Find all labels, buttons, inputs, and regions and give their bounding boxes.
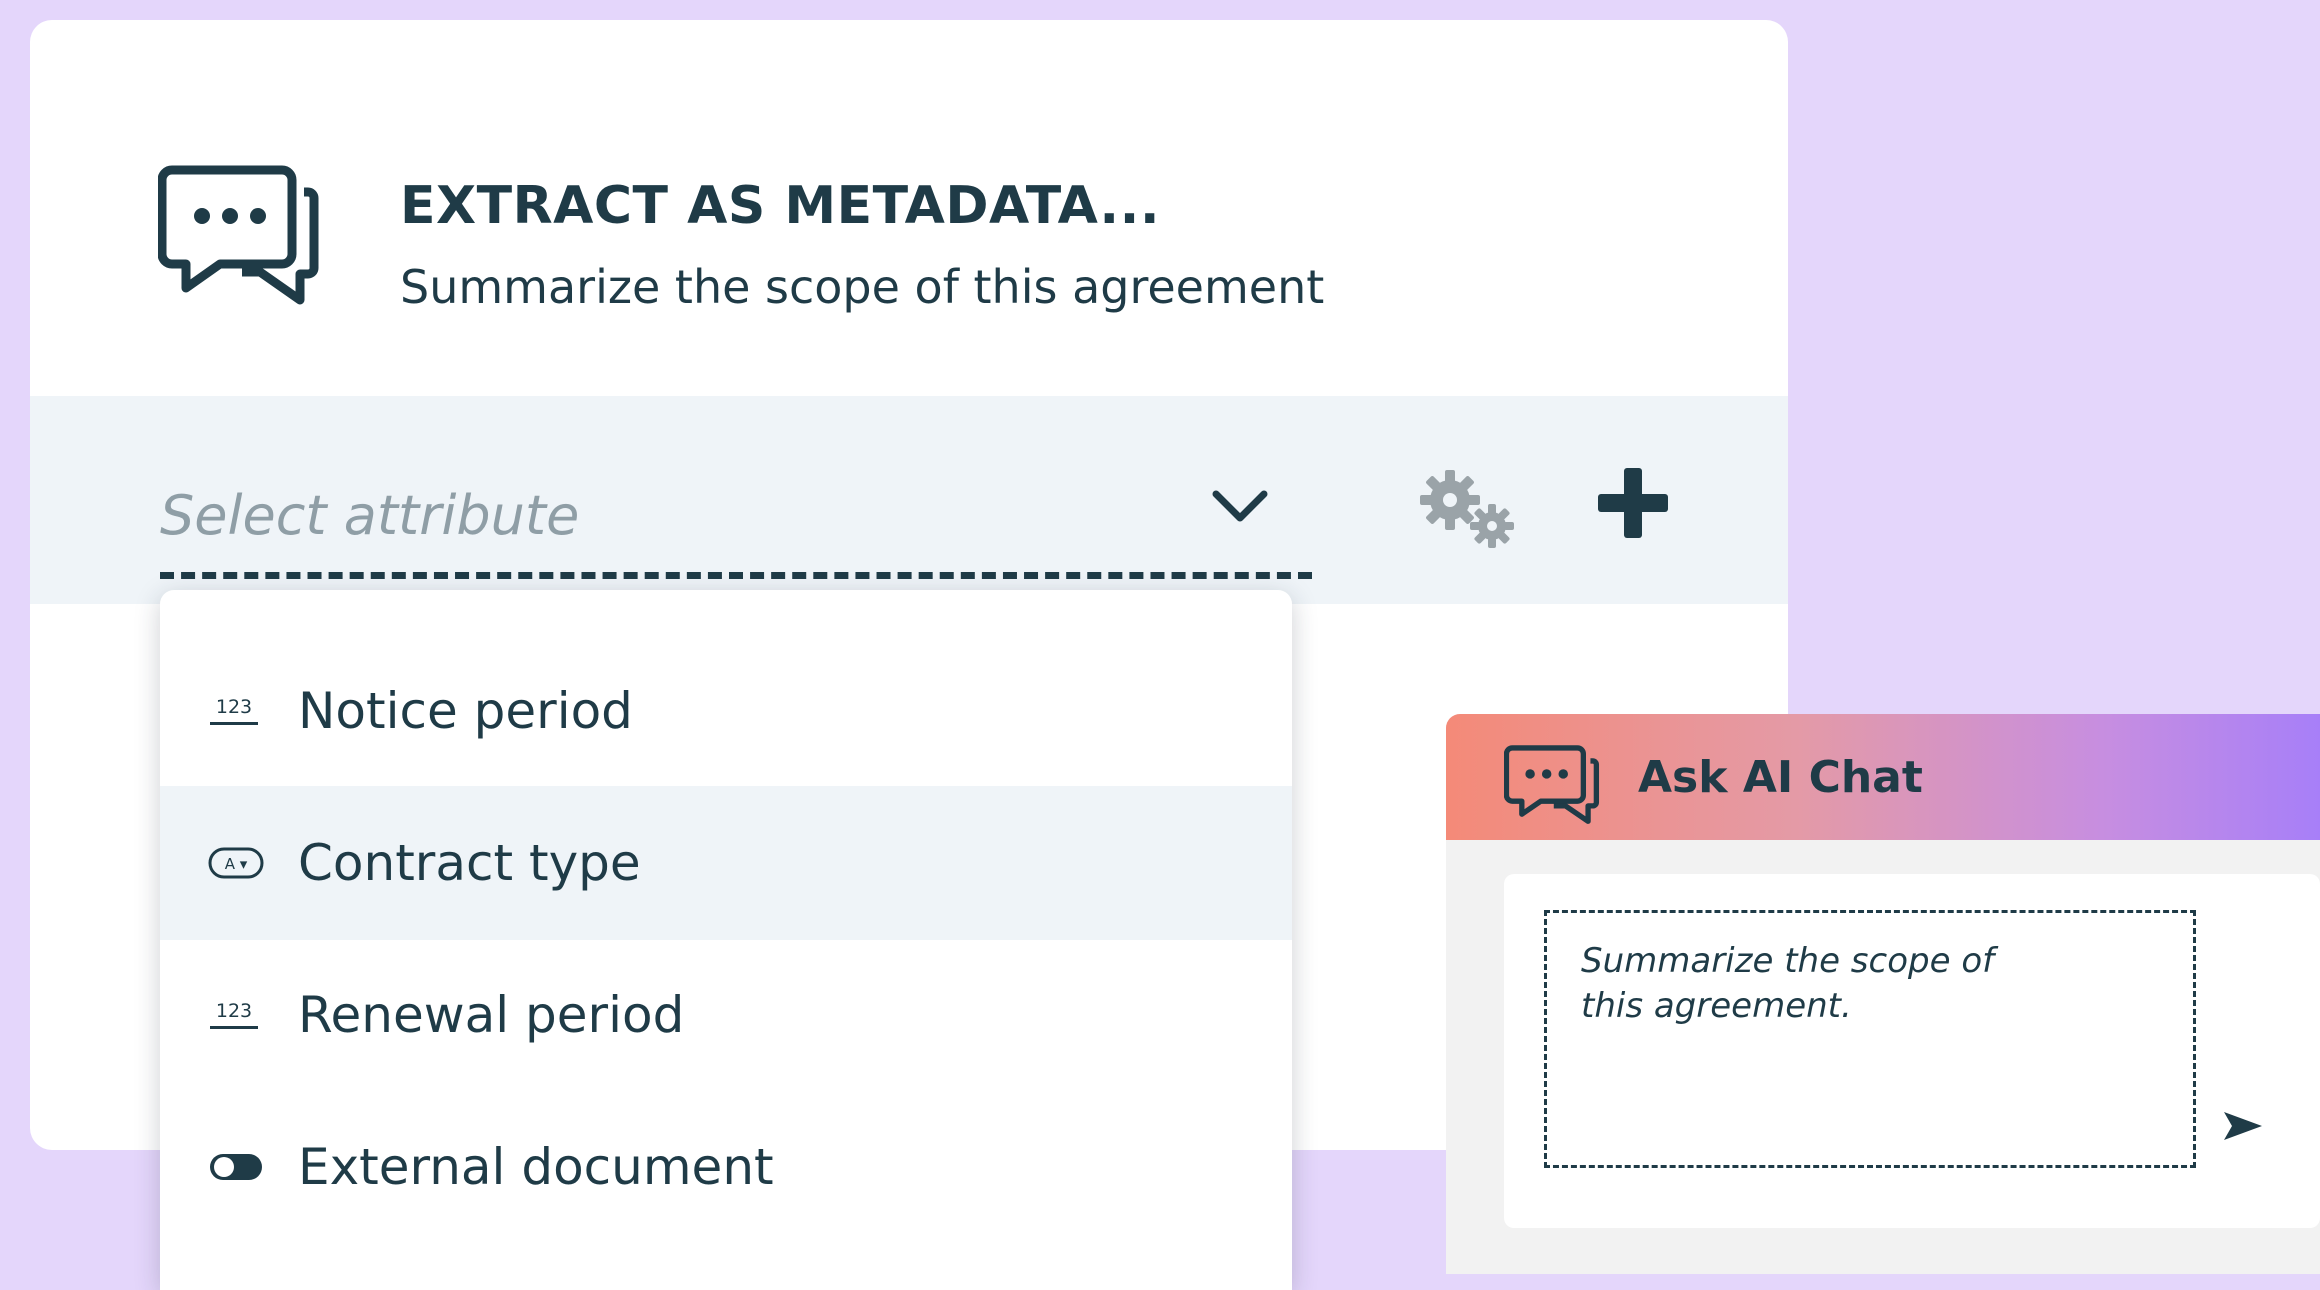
chat-input-text: Summarize the scope of this agreement. [1581,941,1995,1026]
dropdown-option-label: Contract type [298,834,641,892]
attribute-dropdown: 123 Notice period A ▾ Contract type 123 … [160,590,1292,1290]
chat-header: Ask AI Chat [1446,714,2320,840]
chat-bubbles-icon [158,165,319,305]
gears-icon[interactable] [1414,466,1520,556]
select-underline [160,572,1312,579]
dropdown-option-label: External document [298,1138,774,1196]
dropdown-option-renewal-period[interactable]: 123 Renewal period [160,938,1292,1092]
chat-body: Summarize the scope of this agreement. [1504,874,2320,1228]
dropdown-option-label: Renewal period [298,986,685,1044]
number-icon-text: 123 [216,1000,252,1022]
dropdown-option-label: Notice period [298,682,633,740]
number-icon: 123 [210,1000,258,1029]
dropdown-option-contract-type[interactable]: A ▾ Contract type [160,786,1292,940]
dropdown-option-notice-period[interactable]: 123 Notice period [160,634,1292,788]
chevron-down-icon[interactable] [1210,486,1270,526]
select-attribute-input[interactable]: Select attribute [160,484,579,547]
toggle-icon [210,1154,262,1180]
attribute-bar: Select attribute [30,396,1788,604]
chat-input[interactable]: Summarize the scope of this agreement. [1544,910,2196,1168]
number-icon: 123 [210,696,258,725]
page-subtitle: Summarize the scope of this agreement [400,260,1325,314]
card-header: EXTRACT AS METADATA... Summarize the sco… [30,20,1788,396]
select-icon: A ▾ [208,847,264,879]
send-icon[interactable] [2222,1110,2264,1142]
number-icon-text: 123 [216,696,252,718]
ask-ai-chat-panel: Ask AI Chat Summarize the scope of this … [1446,714,2320,1274]
page-title: EXTRACT AS METADATA... [400,176,1161,236]
chat-title: Ask AI Chat [1638,752,1923,803]
plus-icon[interactable] [1596,466,1670,540]
dropdown-option-external-document[interactable]: External document [160,1090,1292,1244]
chat-bubbles-icon [1504,745,1600,824]
select-icon-text: A ▾ [225,855,248,873]
